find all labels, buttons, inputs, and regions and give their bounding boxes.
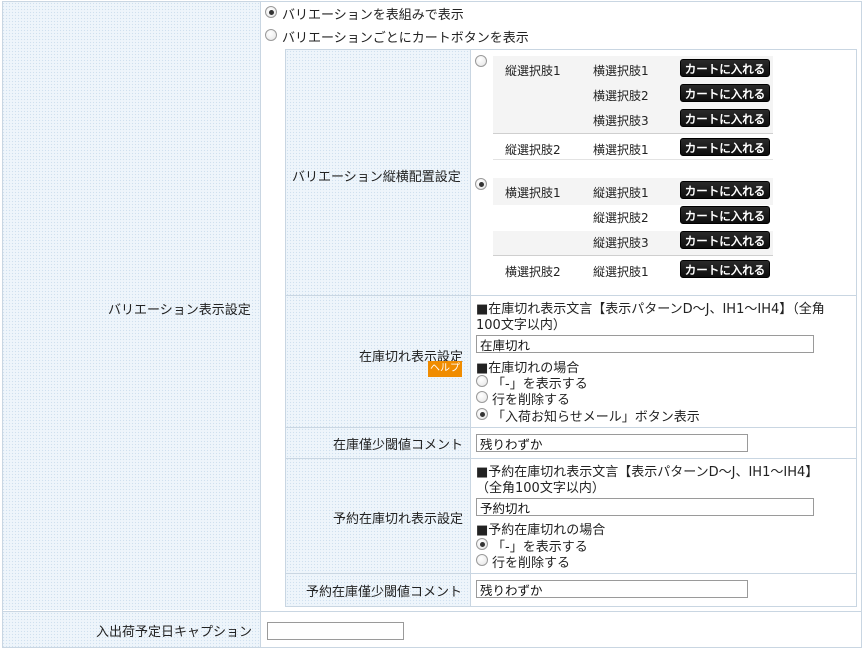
divider bbox=[286, 573, 856, 574]
preview-cell: 縦選択肢1 bbox=[593, 265, 649, 279]
arrival-caption-input[interactable] bbox=[267, 622, 404, 640]
cart-button: カートに入れる bbox=[680, 84, 770, 102]
out-of-stock-text-input[interactable] bbox=[476, 335, 814, 353]
preview-cell: 横選択肢1 bbox=[505, 186, 561, 200]
divider bbox=[493, 255, 773, 256]
out-of-stock-dash-radio[interactable] bbox=[476, 375, 488, 387]
help-button[interactable]: ヘルプ bbox=[428, 361, 462, 377]
divider bbox=[861, 2, 862, 648]
divider bbox=[286, 295, 856, 296]
display-cart-button-label: バリエーションごとにカートボタンを表示 bbox=[282, 31, 529, 46]
out-of-stock-notify-button-label: 「入荷お知らせメール」ボタン表示 bbox=[492, 410, 700, 425]
reserve-out-of-stock-text-heading-cont: （全角100文字以内） bbox=[476, 481, 605, 496]
cart-button: カートに入れる bbox=[680, 231, 770, 249]
reserve-out-of-stock-dash-radio[interactable] bbox=[476, 538, 488, 550]
divider bbox=[2, 2, 3, 648]
layout-b-preview: 横選択肢1 縦選択肢1 カートに入れる 縦選択肢2 カートに入れる 縦選択肢3 … bbox=[493, 178, 773, 284]
preview-cell: 縦選択肢2 bbox=[593, 211, 649, 225]
divider bbox=[493, 133, 773, 134]
preview-cell: 横選択肢3 bbox=[593, 114, 649, 128]
cart-button: カートに入れる bbox=[680, 109, 770, 127]
display-table-label: バリエーションを表組みで表示 bbox=[282, 8, 464, 23]
cart-button: カートに入れる bbox=[680, 260, 770, 278]
divider bbox=[2, 611, 862, 612]
layout-option-b-radio[interactable] bbox=[475, 178, 487, 190]
layout-label: バリエーション縦横配置設定 bbox=[292, 170, 461, 185]
cart-button: カートに入れる bbox=[680, 206, 770, 224]
reserve-low-stock-comment-input[interactable] bbox=[476, 580, 748, 598]
low-stock-comment-label: 在庫僅少閾値コメント bbox=[333, 438, 464, 453]
reserve-out-of-stock-label: 予約在庫切れ表示設定 bbox=[333, 512, 464, 527]
cart-button: カートに入れる bbox=[680, 181, 770, 199]
reserve-out-of-stock-delete-row-label: 行を削除する bbox=[492, 556, 571, 571]
divider bbox=[2, 1, 862, 2]
preview-cell: 縦選択肢1 bbox=[505, 64, 561, 78]
divider bbox=[286, 458, 856, 459]
preview-cell: 縦選択肢2 bbox=[505, 143, 561, 157]
preview-cell: 横選択肢2 bbox=[505, 265, 561, 279]
preview-cell: 縦選択肢3 bbox=[593, 236, 649, 250]
display-table-radio[interactable] bbox=[265, 6, 277, 18]
layout-a-preview: 縦選択肢1 横選択肢1 カートに入れる 横選択肢2 カートに入れる 横選択肢3 … bbox=[493, 56, 773, 160]
out-of-stock-text-heading-cont: 100文字以内） bbox=[476, 318, 566, 333]
reserve-out-of-stock-delete-row-radio[interactable] bbox=[476, 554, 488, 566]
arrival-caption-label: 入出荷予定日キャプション bbox=[96, 625, 253, 640]
variation-display-label: バリエーション表示設定 bbox=[108, 303, 251, 318]
preview-cell: 横選択肢1 bbox=[593, 143, 649, 157]
divider bbox=[286, 427, 856, 428]
reserve-low-stock-comment-label: 予約在庫僅少閾値コメント bbox=[306, 585, 463, 600]
cart-button: カートに入れる bbox=[680, 59, 770, 77]
reserve-out-of-stock-text-input[interactable] bbox=[476, 498, 814, 516]
preview-cell: 縦選択肢1 bbox=[593, 186, 649, 200]
preview-cell: 横選択肢1 bbox=[593, 64, 649, 78]
divider bbox=[493, 159, 773, 160]
divider bbox=[2, 647, 862, 648]
out-of-stock-delete-row-radio[interactable] bbox=[476, 391, 488, 403]
out-of-stock-notify-button-radio[interactable] bbox=[476, 408, 488, 420]
display-cart-button-radio[interactable] bbox=[265, 29, 277, 41]
low-stock-comment-input[interactable] bbox=[476, 434, 748, 452]
preview-cell: 横選択肢2 bbox=[593, 89, 649, 103]
divider bbox=[470, 50, 471, 606]
cart-button: カートに入れる bbox=[680, 138, 770, 156]
divider bbox=[260, 2, 261, 648]
layout-option-a-radio[interactable] bbox=[475, 55, 487, 67]
